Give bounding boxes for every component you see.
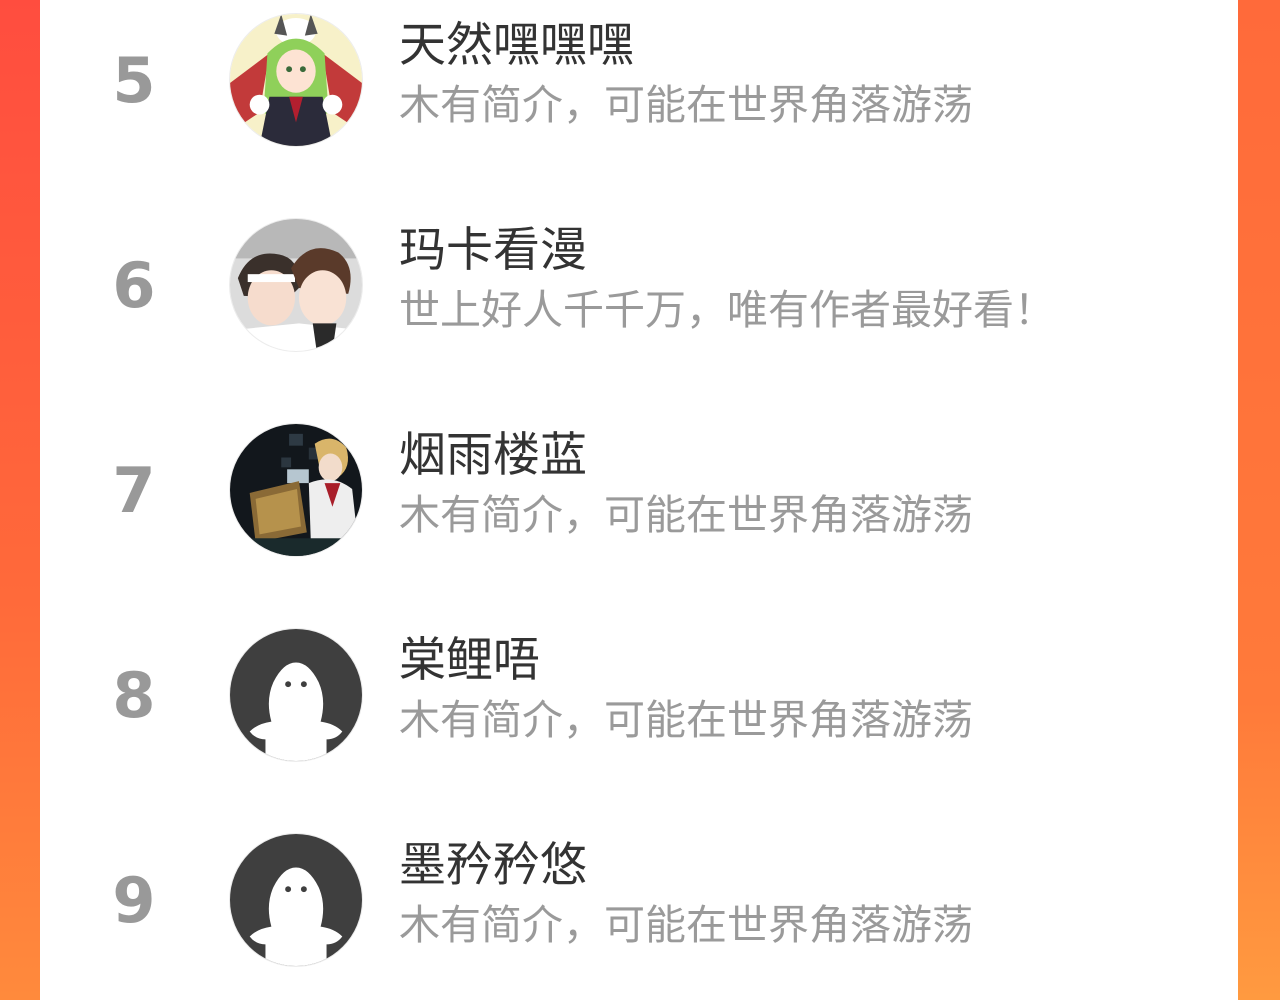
rank-number: 9 xyxy=(112,864,156,937)
user-bio: 木有简介，可能在世界角落游荡 xyxy=(399,81,973,129)
list-item[interactable]: 5 天然嘿嘿嘿 木有简介，可能在世界角落游荡 xyxy=(40,10,1238,170)
user-name[interactable]: 棠鲤唔 xyxy=(399,633,540,689)
default-ghost-avatar-icon xyxy=(230,834,362,966)
list-item[interactable]: 8 棠鲤唔 木有简介，可能在世界角落游荡 xyxy=(40,625,1238,785)
user-avatar-illustration-icon xyxy=(230,14,362,146)
avatar[interactable] xyxy=(229,833,363,967)
user-avatar-illustration-icon xyxy=(230,219,362,351)
default-ghost-avatar-icon xyxy=(230,629,362,761)
user-bio: 木有简介，可能在世界角落游荡 xyxy=(399,491,973,539)
list-item[interactable]: 9 墨矜矜悠 木有简介，可能在世界角落游荡 xyxy=(40,830,1238,990)
avatar[interactable] xyxy=(229,13,363,147)
avatar[interactable] xyxy=(229,628,363,762)
user-avatar-illustration-icon xyxy=(230,424,362,556)
rank-number: 7 xyxy=(112,454,156,527)
background-gradient-right xyxy=(1238,0,1280,1000)
user-bio: 木有简介，可能在世界角落游荡 xyxy=(399,901,973,949)
user-bio: 世上好人千千万，唯有作者最好看！ xyxy=(399,286,1055,334)
list-item[interactable]: 6 玛卡看漫 世上好人千千万，唯有作者最好看！ xyxy=(40,215,1238,375)
user-name[interactable]: 玛卡看漫 xyxy=(399,223,587,279)
list-item[interactable]: 7 烟雨楼蓝 木有简介，可能在世界角落游荡 xyxy=(40,420,1238,580)
user-name[interactable]: 天然嘿嘿嘿 xyxy=(399,18,634,74)
avatar[interactable] xyxy=(229,423,363,557)
user-name[interactable]: 墨矜矜悠 xyxy=(399,838,587,894)
avatar[interactable] xyxy=(229,218,363,352)
rank-number: 8 xyxy=(112,659,156,732)
rank-number: 6 xyxy=(112,249,156,322)
user-name[interactable]: 烟雨楼蓝 xyxy=(399,428,587,484)
rank-number: 5 xyxy=(112,44,156,117)
ranking-list-panel: 5 天然嘿嘿嘿 木有简介，可能在世界角落游荡 6 玛卡看漫 世上好人千千万，唯有… xyxy=(40,0,1238,1000)
user-bio: 木有简介，可能在世界角落游荡 xyxy=(399,696,973,744)
